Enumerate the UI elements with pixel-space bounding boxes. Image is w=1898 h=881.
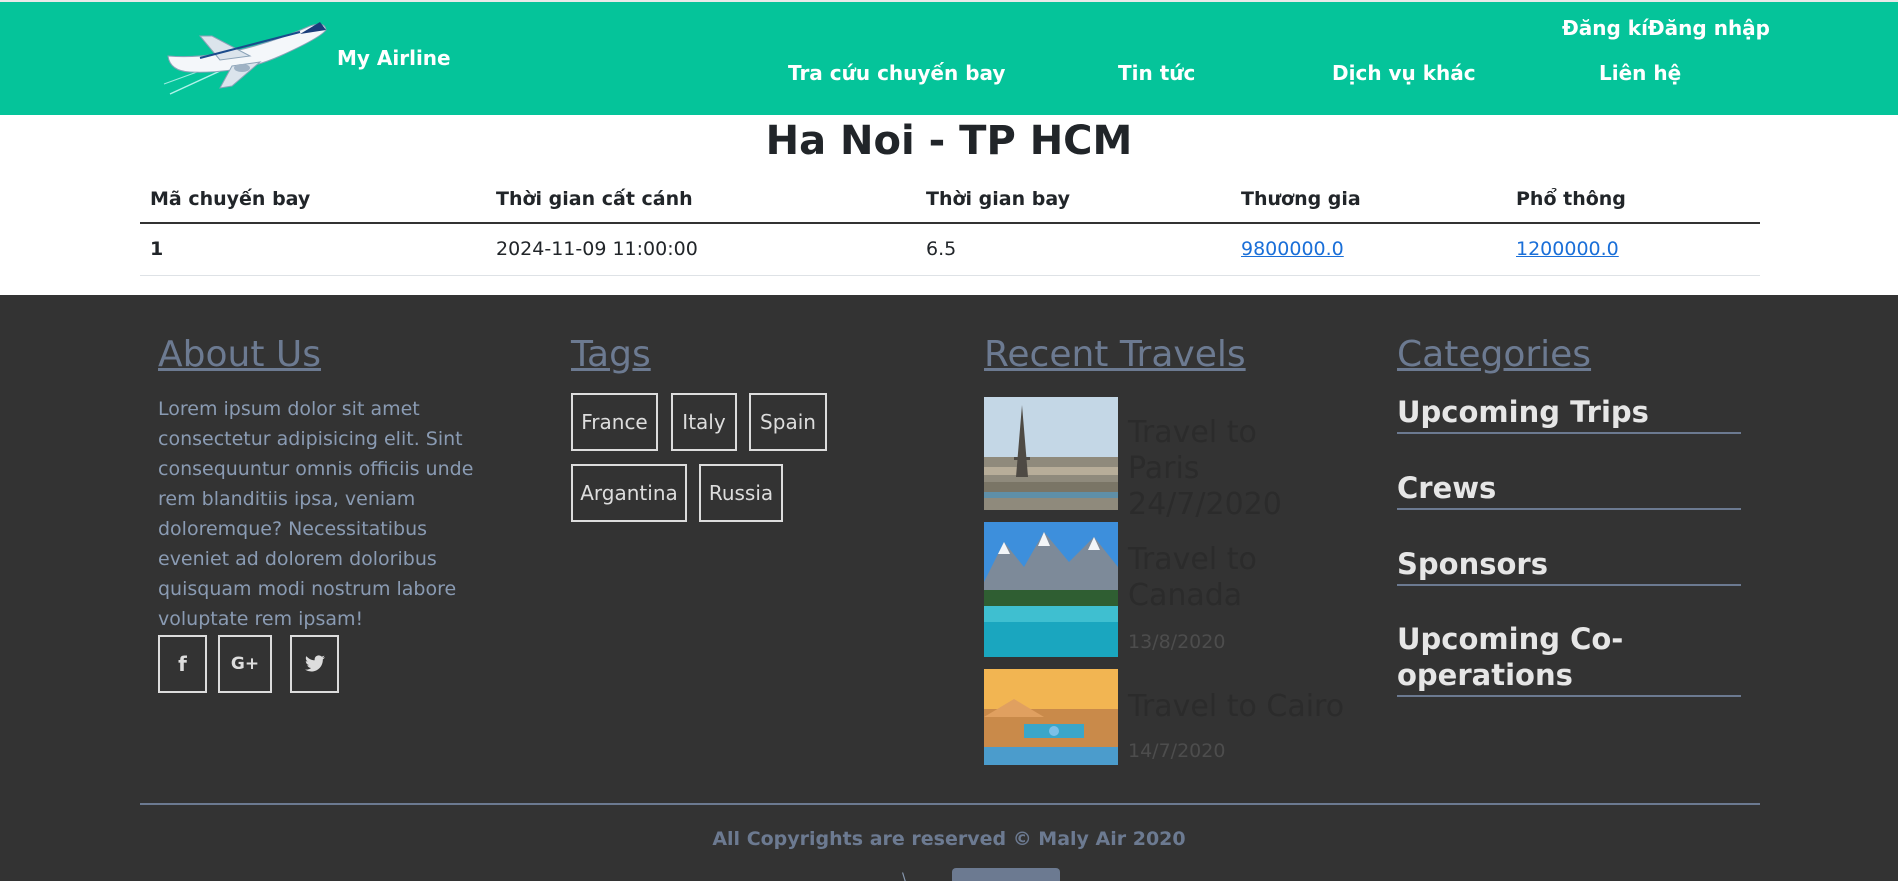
travel-canada-date: 13/8/2020 xyxy=(1128,631,1226,653)
cairo-thumbnail[interactable] xyxy=(984,669,1118,765)
category-upcoming-cooperations[interactable]: Upcoming Co-operations xyxy=(1397,621,1741,697)
col-business-fare: Thương gia xyxy=(1231,176,1506,224)
twitter-icon xyxy=(304,655,325,672)
facebook-button[interactable]: f xyxy=(158,635,207,693)
google-plus-icon: G+ xyxy=(230,654,260,674)
business-fare-link[interactable]: 9800000.0 xyxy=(1241,238,1344,260)
tag-italy[interactable]: Italy xyxy=(671,393,737,451)
nav-contact[interactable]: Liên hệ xyxy=(1599,61,1681,85)
table-header-row: Mã chuyến bay Thời gian cất cánh Thời gi… xyxy=(140,176,1760,224)
google-plus-button[interactable]: G+ xyxy=(218,635,272,693)
nav-other-services[interactable]: Dịch vụ khác xyxy=(1332,61,1476,85)
col-departure-time: Thời gian cất cánh xyxy=(486,176,916,224)
travel-paris-title[interactable]: Travel to Paris 24/7/2020 xyxy=(1128,415,1328,523)
canada-thumbnail[interactable] xyxy=(984,522,1118,657)
flight-duration: 6.5 xyxy=(916,223,1231,276)
tags-heading[interactable]: Tags xyxy=(571,334,651,375)
about-heading[interactable]: About Us xyxy=(158,334,321,375)
twitter-button[interactable] xyxy=(290,635,339,693)
col-economy-fare: Phổ thông xyxy=(1506,176,1760,224)
auth-links[interactable]: Đăng kíĐăng nhập xyxy=(1562,16,1770,40)
table-row: 1 2024-11-09 11:00:00 6.5 9800000.0 1200… xyxy=(140,223,1760,276)
category-crews[interactable]: Crews xyxy=(1397,470,1741,510)
tag-russia[interactable]: Russia xyxy=(699,464,783,522)
about-text: Lorem ipsum dolor sit amet consectetur a… xyxy=(158,398,474,630)
travel-canada-title[interactable]: Travel to Canada xyxy=(1128,542,1328,614)
paris-thumbnail[interactable] xyxy=(984,397,1118,510)
col-flight-id: Mã chuyến bay xyxy=(140,176,486,224)
tag-spain[interactable]: Spain xyxy=(749,393,827,451)
flight-id: 1 xyxy=(140,223,486,276)
flights-table: Mã chuyến bay Thời gian cất cánh Thời gi… xyxy=(140,176,1760,276)
footer-divider xyxy=(140,803,1760,805)
facebook-icon: f xyxy=(178,652,187,676)
category-upcoming-trips[interactable]: Upcoming Trips xyxy=(1397,394,1741,434)
tag-france[interactable]: France xyxy=(571,393,658,451)
route-title: Ha Noi - TP HCM xyxy=(765,118,1133,164)
copyright-text: All Copyrights are reserved © Maly Air 2… xyxy=(712,828,1186,850)
economy-fare-link[interactable]: 1200000.0 xyxy=(1516,238,1619,260)
airplane-logo-icon[interactable] xyxy=(160,16,330,100)
departure-time: 2024-11-09 11:00:00 xyxy=(486,223,916,276)
col-flight-duration: Thời gian bay xyxy=(916,176,1231,224)
category-sponsors[interactable]: Sponsors xyxy=(1397,546,1741,586)
travel-cairo-date: 14/7/2020 xyxy=(1128,740,1226,762)
business-fare-cell: 9800000.0 xyxy=(1231,223,1506,276)
recent-travels-heading[interactable]: Recent Travels xyxy=(984,334,1246,375)
tag-argantina[interactable]: Argantina xyxy=(571,464,687,522)
categories-heading[interactable]: Categories xyxy=(1397,334,1591,375)
nav-flight-search[interactable]: Tra cứu chuyến bay xyxy=(788,61,1005,85)
top-navbar: My Airline Đăng kíĐăng nhập Tra cứu chuy… xyxy=(0,0,1898,115)
brand-name[interactable]: My Airline xyxy=(337,46,451,70)
travel-cairo-title[interactable]: Travel to Cairo xyxy=(1128,689,1348,725)
footer-stub-text: \ xyxy=(902,871,907,881)
nav-news[interactable]: Tin tức xyxy=(1118,61,1195,85)
scroll-top-button[interactable] xyxy=(952,868,1060,881)
economy-fare-cell: 1200000.0 xyxy=(1506,223,1760,276)
